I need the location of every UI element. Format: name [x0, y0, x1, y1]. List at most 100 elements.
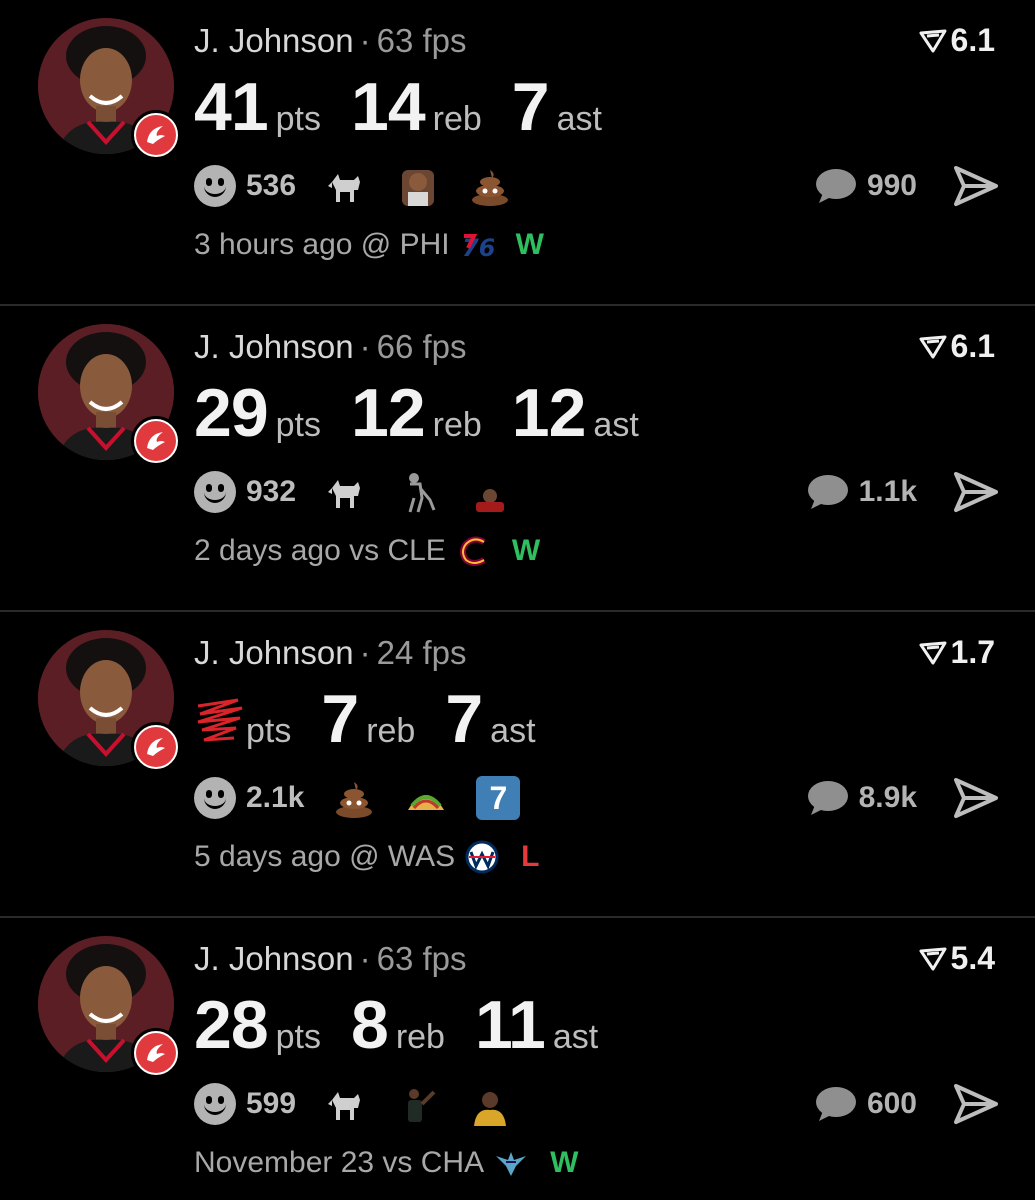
- assists-value: 7: [511, 69, 550, 145]
- assists-label: ast: [490, 712, 536, 750]
- assists-label: ast: [556, 100, 602, 138]
- hornets-logo-icon: [494, 1146, 528, 1180]
- rebounds-value: 7: [321, 681, 359, 757]
- rebounds-value: 12: [351, 375, 426, 451]
- poop-emoji-icon[interactable]: [332, 776, 376, 820]
- reaction-bar: 599: [194, 1080, 540, 1128]
- hawks-logo-icon: [131, 416, 181, 466]
- reaction-count: 932: [246, 475, 297, 508]
- comment-count: 990: [866, 169, 917, 202]
- game-result: W: [515, 228, 544, 261]
- rating-icon: [919, 641, 947, 664]
- player-name[interactable]: J. Johnson: [194, 328, 354, 365]
- game-time-opponent[interactable]: November 23 vs CHA: [194, 1146, 484, 1180]
- assists-label: ast: [593, 406, 639, 444]
- player-name[interactable]: J. Johnson: [194, 940, 354, 977]
- sixers-logo-icon: 76: [460, 228, 494, 262]
- scribbled-out-points: [194, 696, 246, 746]
- post-header: J. Johnson · 63 fps: [194, 940, 467, 978]
- add-reaction-icon[interactable]: [194, 165, 236, 207]
- fps-count: 66 fps: [376, 328, 467, 365]
- add-reaction-icon[interactable]: [194, 777, 236, 819]
- share-icon[interactable]: [953, 1082, 999, 1126]
- wizards-logo-icon: [465, 840, 499, 874]
- post-header: J. Johnson · 66 fps: [194, 328, 467, 366]
- rebounds-value: 14: [351, 69, 426, 145]
- assists-label: ast: [552, 1018, 599, 1056]
- fps-count: 24 fps: [376, 634, 467, 671]
- game-post-card[interactable]: J. Johnson · 63 fps 5.4 28 pts 8 reb 11 ast 5…: [0, 918, 1035, 1200]
- goat-icon[interactable]: [324, 1082, 368, 1126]
- comment-count: 600: [866, 1087, 917, 1120]
- rating-value: 6.1: [950, 22, 995, 58]
- game-post-card[interactable]: J. Johnson · 24 fps 1.7 pts 7 reb 7 ast 2.1k…: [0, 612, 1035, 918]
- comment-icon: [807, 781, 848, 815]
- player-pointing-icon[interactable]: [396, 1082, 440, 1126]
- rebounds-label: reb: [432, 406, 482, 444]
- player-name[interactable]: J. Johnson: [194, 634, 354, 671]
- player-name[interactable]: J. Johnson: [194, 22, 354, 59]
- rating-icon: [919, 335, 947, 358]
- game-post-card[interactable]: J. Johnson · 63 fps 6.1 41 pts 14 reb 7 ast 5…: [0, 0, 1035, 306]
- svg-text:76: 76: [462, 234, 494, 262]
- taco-icon[interactable]: [404, 776, 448, 820]
- comment-count: 8.9k: [858, 781, 917, 814]
- post-header: J. Johnson · 63 fps: [194, 22, 467, 60]
- game-time-opponent[interactable]: 3 hours ago @ PHI: [194, 228, 450, 262]
- crying-face-meme-icon[interactable]: [396, 164, 440, 208]
- rating: 6.1: [919, 328, 995, 365]
- lebron-meme-icon[interactable]: [468, 1082, 512, 1126]
- comments-button[interactable]: 8.9k: [805, 774, 917, 822]
- game-info: November 23 vs CHA W: [194, 1146, 578, 1180]
- separator: ·: [359, 22, 371, 59]
- rebounds-label: reb: [366, 712, 416, 750]
- game-info: 3 hours ago @ PHI 76 W: [194, 228, 544, 262]
- game-post-card[interactable]: J. Johnson · 66 fps 6.1 29 pts 12 reb 12 ast …: [0, 306, 1035, 612]
- add-reaction-icon[interactable]: [194, 1083, 236, 1125]
- assists-value: 7: [445, 681, 483, 757]
- comments-button[interactable]: 990: [813, 162, 917, 210]
- player-meme-icon[interactable]: [468, 470, 512, 514]
- reaction-count: 599: [246, 1087, 297, 1120]
- poop-emoji-icon[interactable]: [468, 164, 512, 208]
- number-seven-badge-icon[interactable]: 7: [476, 776, 521, 820]
- points-label: pts: [275, 406, 321, 444]
- hawks-logo-icon: [131, 1028, 181, 1078]
- comments-button[interactable]: 600: [813, 1080, 917, 1128]
- share-icon[interactable]: [953, 776, 999, 820]
- badge-number: 7: [476, 776, 521, 820]
- reaction-bar: 932: [194, 468, 540, 516]
- share-icon[interactable]: [953, 470, 999, 514]
- stat-line: 28 pts 8 reb 11 ast: [194, 986, 628, 1064]
- points-value: 28: [194, 987, 269, 1063]
- comment-count: 1.1k: [858, 475, 917, 508]
- stat-line: 29 pts 12 reb 12 ast: [194, 374, 669, 452]
- game-time-opponent[interactable]: 2 days ago vs CLE: [194, 534, 446, 568]
- rating-icon: [919, 29, 947, 52]
- rating: 5.4: [919, 940, 995, 977]
- share-icon[interactable]: [953, 164, 999, 208]
- rebounds-label: reb: [432, 100, 482, 138]
- rebounds-value: 8: [351, 987, 389, 1063]
- separator: ·: [359, 940, 371, 977]
- fps-count: 63 fps: [376, 22, 467, 59]
- add-reaction-icon[interactable]: [194, 471, 236, 513]
- game-info: 5 days ago @ WAS L: [194, 840, 539, 874]
- game-feed: J. Johnson · 63 fps 6.1 41 pts 14 reb 7 ast 5…: [0, 0, 1035, 1200]
- points-label: pts: [246, 712, 292, 750]
- goat-icon[interactable]: [324, 470, 368, 514]
- rating: 6.1: [919, 22, 995, 59]
- rating-icon: [919, 947, 947, 970]
- game-time-opponent[interactable]: 5 days ago @ WAS: [194, 840, 455, 874]
- comments-button[interactable]: 1.1k: [805, 468, 917, 516]
- old-man-cane-icon[interactable]: [396, 470, 440, 514]
- game-result: W: [511, 534, 541, 567]
- fps-count: 63 fps: [376, 940, 467, 977]
- points-value: 41: [194, 69, 269, 145]
- points-label: pts: [275, 100, 321, 138]
- goat-icon[interactable]: [324, 164, 368, 208]
- reaction-count: 536: [246, 169, 297, 202]
- rating-value: 1.7: [950, 634, 995, 670]
- assists-value: 11: [474, 987, 546, 1063]
- game-info: 2 days ago vs CLE W: [194, 534, 540, 568]
